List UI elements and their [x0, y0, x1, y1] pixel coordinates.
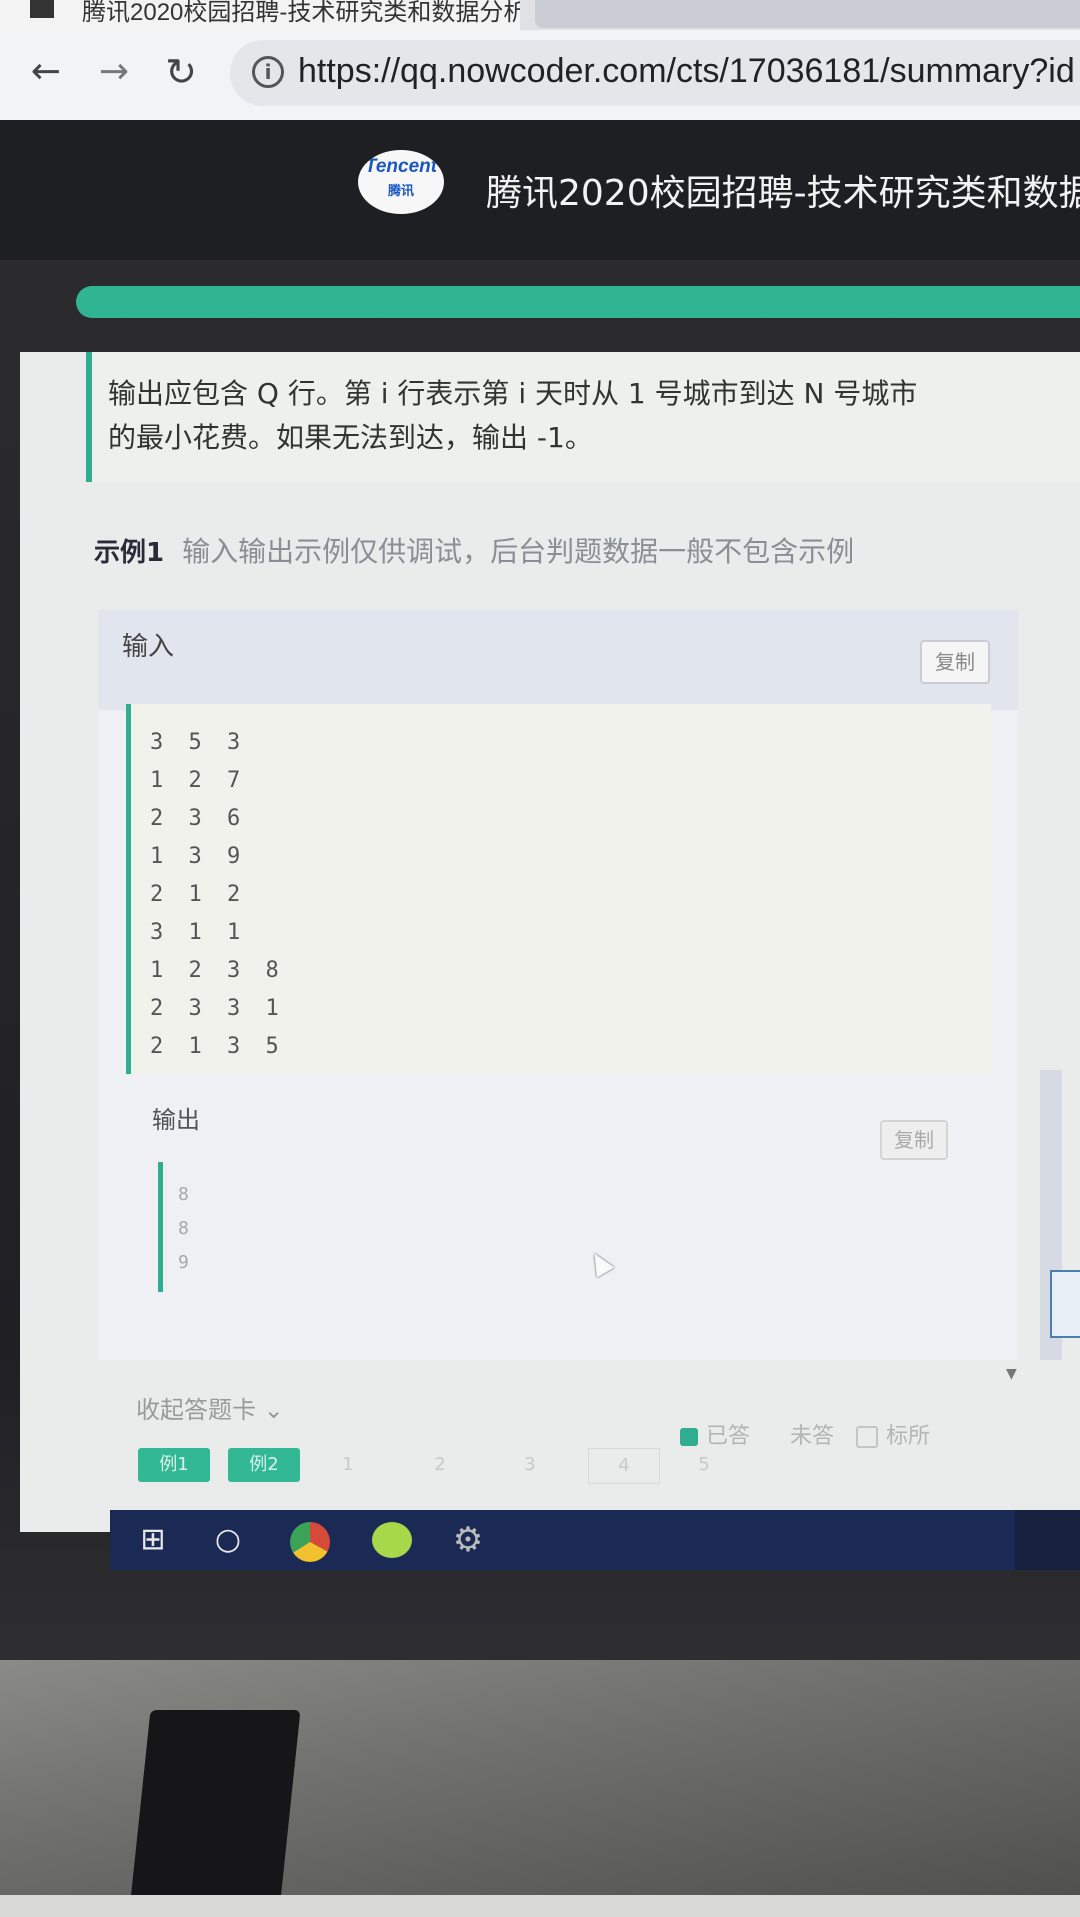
tab-title: 腾讯2020校园招聘-技术研究类和数据分析 — [82, 0, 520, 26]
reload-button[interactable]: ↻ — [155, 46, 207, 98]
nav-question-2[interactable]: 2 — [420, 1448, 460, 1482]
nav-question-1[interactable]: 1 — [328, 1448, 368, 1482]
input-line: 2 1 3 5 — [150, 1034, 285, 1059]
legend-unanswered: 未答 — [790, 1424, 835, 1449]
copy-input-button[interactable]: 复制 — [920, 640, 990, 684]
side-panel-button[interactable] — [1050, 1270, 1080, 1338]
gear-icon[interactable]: ⚙ — [450, 1522, 486, 1558]
scroll-down-icon[interactable]: ▼ — [1006, 1366, 1017, 1382]
tab-favicon-icon — [30, 0, 54, 18]
wechat-icon[interactable] — [372, 1522, 412, 1558]
nav-question-4[interactable]: 4 — [588, 1448, 660, 1484]
nav-question-3[interactable]: 3 — [510, 1448, 550, 1482]
nav-example-1[interactable]: 例1 — [138, 1448, 210, 1482]
output-code-block — [158, 1162, 853, 1292]
example-note: 输入输出示例仅供调试，后台判题数据一般不包含示例 — [182, 535, 855, 568]
browser-tab[interactable]: 腾讯2020校园招聘-技术研究类和数据分析 — [0, 0, 520, 30]
nav-question-5[interactable]: 5 — [684, 1448, 724, 1482]
chrome-icon[interactable] — [290, 1522, 330, 1562]
input-line: 1 2 7 — [150, 768, 247, 793]
marked-swatch — [856, 1426, 879, 1448]
input-line: 2 3 3 1 — [150, 996, 285, 1021]
input-line: 1 2 3 8 — [150, 958, 285, 983]
nav-example-2[interactable]: 例2 — [228, 1448, 300, 1482]
arrow-right-icon: → — [98, 51, 130, 92]
copy-output-button[interactable]: 复制 — [880, 1120, 948, 1160]
reload-icon: ↻ — [165, 50, 197, 94]
input-label: 输入 — [122, 632, 175, 662]
logo-cn: 腾讯 — [387, 184, 414, 199]
example-label: 示例1 — [94, 538, 165, 568]
url-text[interactable]: https://qq.nowcoder.com/cts/17036181/sum… — [298, 52, 1075, 91]
input-line: 2 1 2 — [150, 882, 247, 907]
input-header — [98, 610, 1018, 710]
back-button[interactable]: ← — [20, 46, 72, 98]
windows-start-icon[interactable]: ⊞ — [138, 1522, 168, 1558]
logo-word: Tencent — [364, 156, 438, 177]
input-lines: 3 5 3 1 2 7 2 3 6 1 3 9 2 1 2 3 1 1 1 2 … — [150, 724, 285, 1066]
forward-button[interactable]: → — [88, 46, 140, 98]
output-lines: 8 8 9 — [178, 1178, 189, 1280]
input-line: 1 3 9 — [150, 844, 247, 869]
info-icon[interactable]: i — [252, 56, 284, 88]
legend-marked: 标所 — [886, 1424, 931, 1449]
windows-taskbar — [110, 1510, 1080, 1570]
answer-legend: 已答 未答 标所 — [680, 1418, 930, 1450]
tencent-logo: Tencent 腾讯 — [358, 150, 444, 214]
output-description: 输出应包含 Q 行。第 i 行表示第 i 天时从 1 号城市到达 N 号城市 的… — [108, 377, 918, 454]
output-label: 输出 — [152, 1106, 200, 1134]
output-line: 9 — [178, 1252, 189, 1273]
browser-tab-inactive[interactable] — [535, 0, 1080, 28]
input-line: 3 5 3 — [150, 730, 247, 755]
legend-answered: 已答 — [706, 1424, 751, 1449]
input-line: 2 3 6 — [150, 806, 247, 831]
example-heading: 示例1 输入输出示例仅供调试，后台判题数据一般不包含示例 — [94, 530, 854, 570]
answered-swatch — [680, 1428, 698, 1446]
output-line: 8 — [178, 1184, 189, 1205]
input-line: 3 1 1 — [150, 920, 247, 945]
progress-bar — [76, 286, 1080, 318]
laptop-hinge — [129, 1710, 301, 1910]
output-line: 8 — [178, 1218, 189, 1239]
collapse-answer-card-button[interactable]: 收起答题卡 ⌄ — [136, 1390, 284, 1425]
exam-title: 腾讯2020校园招聘-技术研究类和数据分 — [486, 173, 1080, 214]
taskbar-tray — [1015, 1510, 1080, 1570]
arrow-left-icon: ← — [30, 51, 62, 92]
address-bar[interactable]: i https://qq.nowcoder.com/cts/17036181/s… — [230, 40, 1080, 106]
desk-edge — [0, 1895, 1080, 1917]
cortana-search-icon[interactable]: ○ — [210, 1522, 246, 1558]
